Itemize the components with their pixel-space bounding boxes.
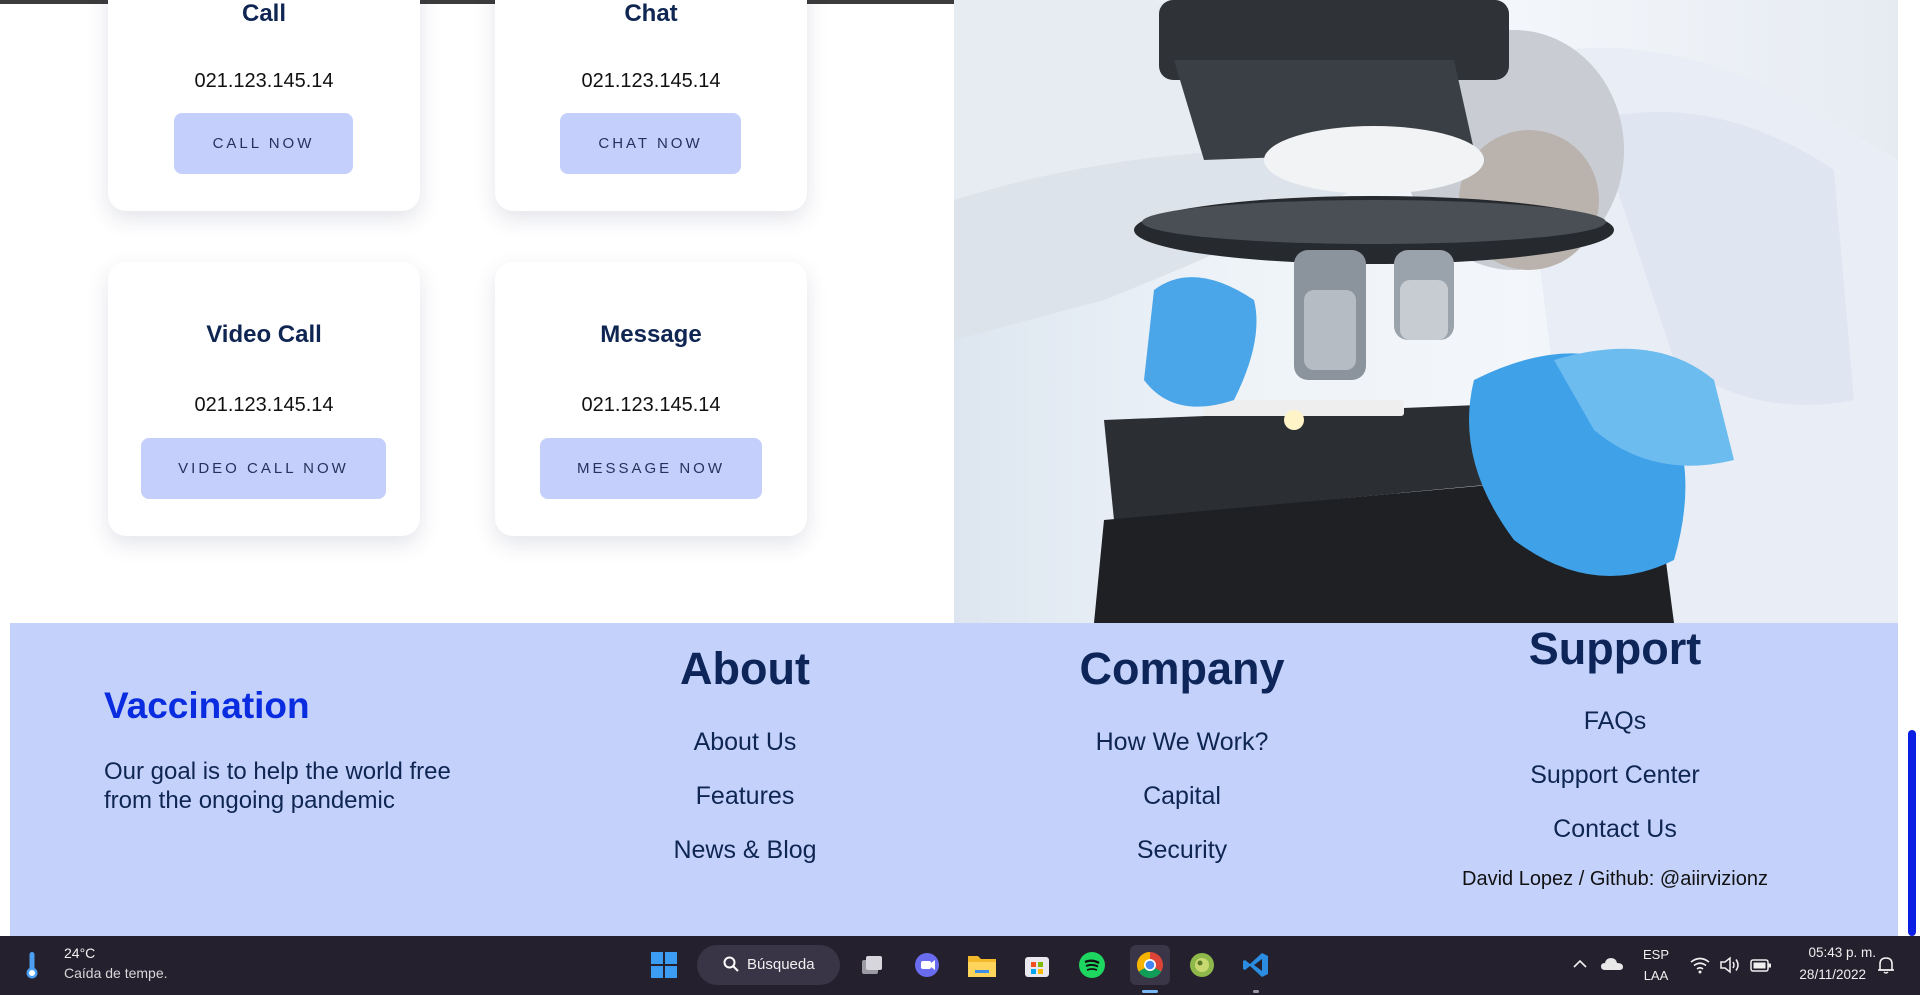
windows-taskbar: 24°C Caída de tempe. Búsqueda ESP LAA 05… bbox=[0, 936, 1920, 995]
microsoft-store-icon[interactable] bbox=[1021, 949, 1053, 981]
footer-link-features[interactable]: Features bbox=[585, 782, 905, 811]
weather-widget[interactable]: 24°C Caída de tempe. bbox=[20, 944, 200, 988]
clock-date[interactable]: 28/11/2022 bbox=[1786, 967, 1866, 982]
spotify-icon[interactable] bbox=[1076, 949, 1108, 981]
page-scrollbar-thumb[interactable] bbox=[1908, 730, 1916, 936]
browser-viewport: Call 021.123.145.14 CALL NOW Chat 021.12… bbox=[0, 0, 1920, 995]
card-title: Message bbox=[600, 321, 702, 348]
contact-card-video-call: Video Call 021.123.145.14 VIDEO CALL NOW bbox=[108, 262, 420, 536]
message-now-button[interactable]: MESSAGE NOW bbox=[540, 438, 762, 499]
footer-credit: David Lopez / Github: @aiirvizionz bbox=[1462, 868, 1768, 890]
language-indicator-line2[interactable]: LAA bbox=[1642, 968, 1670, 983]
footer-link-security[interactable]: Security bbox=[1012, 836, 1352, 865]
task-view-icon[interactable] bbox=[856, 949, 888, 981]
card-phone-number: 021.123.145.14 bbox=[581, 394, 721, 416]
footer-tagline-line1: Our goal is to help the world free bbox=[104, 758, 451, 785]
card-title: Call bbox=[241, 0, 286, 27]
footer-link-capital[interactable]: Capital bbox=[1012, 782, 1352, 811]
windows-start-icon[interactable] bbox=[648, 949, 680, 981]
contact-card-message: Message 021.123.145.14 MESSAGE NOW bbox=[495, 262, 807, 536]
active-app-indicator bbox=[1142, 990, 1158, 993]
thermometer-icon bbox=[26, 952, 38, 980]
chat-now-button[interactable]: CHAT NOW bbox=[560, 113, 741, 174]
language-indicator-line1[interactable]: ESP bbox=[1642, 947, 1670, 962]
card-phone-number: 021.123.145.14 bbox=[581, 70, 721, 92]
footer-link-about-us[interactable]: About Us bbox=[585, 728, 905, 757]
footer-link-contact-us[interactable]: Contact Us bbox=[1430, 815, 1800, 844]
footer-company-heading: Company bbox=[1079, 643, 1285, 694]
search-label: Búsqueda bbox=[747, 956, 815, 973]
weather-temperature: 24°C bbox=[64, 945, 96, 961]
footer-tagline-line2: from the ongoing pandemic bbox=[104, 787, 395, 814]
footer-link-faqs[interactable]: FAQs bbox=[1430, 707, 1800, 736]
teams-chat-icon[interactable] bbox=[911, 949, 943, 981]
file-explorer-icon[interactable] bbox=[966, 949, 998, 981]
battery-icon[interactable] bbox=[1750, 956, 1772, 974]
volume-icon[interactable] bbox=[1719, 956, 1741, 974]
clock-time[interactable]: 05:43 p. m. bbox=[1786, 945, 1876, 960]
card-phone-number: 021.123.145.14 bbox=[194, 70, 334, 92]
video-call-now-button[interactable]: VIDEO CALL NOW bbox=[141, 438, 386, 499]
lab-microscope-photo bbox=[954, 0, 1898, 623]
game-app-icon[interactable] bbox=[1186, 949, 1218, 981]
chevron-up-icon[interactable] bbox=[1572, 956, 1588, 972]
contact-card-call: Call 021.123.145.14 CALL NOW bbox=[108, 0, 420, 211]
footer-brand: Vaccination bbox=[104, 685, 310, 726]
onedrive-cloud-icon[interactable] bbox=[1600, 956, 1624, 972]
footer-support-heading: Support bbox=[1528, 623, 1702, 674]
vscode-icon[interactable] bbox=[1240, 949, 1272, 981]
card-title: Chat bbox=[624, 0, 678, 27]
taskbar-search-box[interactable]: Búsqueda bbox=[697, 945, 840, 985]
weather-description: Caída de tempe. bbox=[64, 965, 168, 981]
site-footer: Vaccination Our goal is to help the worl… bbox=[10, 623, 1898, 936]
chrome-icon[interactable] bbox=[1130, 945, 1170, 985]
footer-about-heading: About bbox=[680, 643, 810, 694]
card-phone-number: 021.123.145.14 bbox=[194, 394, 334, 416]
card-title: Video Call bbox=[206, 321, 322, 348]
contact-card-chat: Chat 021.123.145.14 CHAT NOW bbox=[495, 0, 807, 211]
footer-link-news-blog[interactable]: News & Blog bbox=[585, 836, 905, 865]
notification-bell-icon[interactable] bbox=[1876, 955, 1896, 975]
footer-link-support-center[interactable]: Support Center bbox=[1430, 761, 1800, 790]
call-now-button[interactable]: CALL NOW bbox=[174, 113, 353, 174]
wifi-icon[interactable] bbox=[1690, 956, 1710, 974]
search-icon bbox=[723, 956, 739, 972]
footer-link-how-we-work[interactable]: How We Work? bbox=[1012, 728, 1352, 757]
vscode-indicator bbox=[1253, 990, 1259, 993]
